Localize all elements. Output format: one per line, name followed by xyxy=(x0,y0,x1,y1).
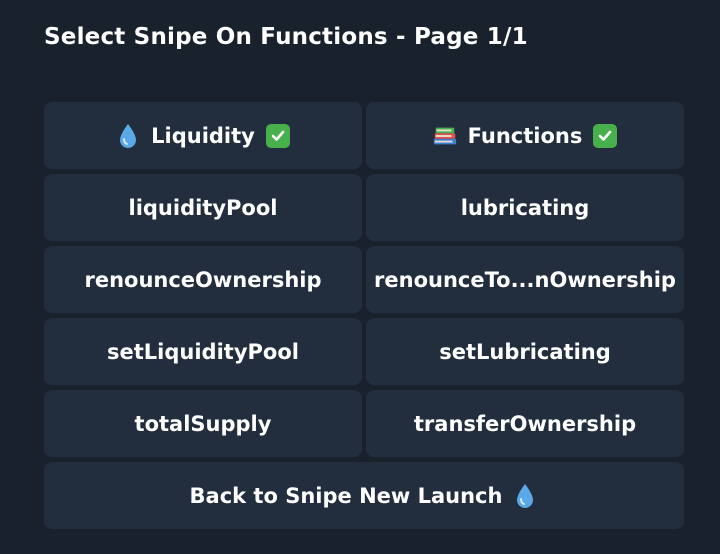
droplet-icon xyxy=(115,123,141,149)
renounce-ownership-button[interactable]: renounceOwnership xyxy=(44,246,362,313)
check-mark-icon xyxy=(592,123,618,149)
back-label: Back to Snipe New Launch xyxy=(189,483,503,508)
check-mark-icon xyxy=(265,123,291,149)
page-title: Select Snipe On Functions - Page 1/1 xyxy=(44,24,528,50)
total-supply-button[interactable]: totalSupply xyxy=(44,390,362,457)
liquidity-pool-button[interactable]: liquidityPool xyxy=(44,174,362,241)
transfer-ownership-button[interactable]: transferOwnership xyxy=(366,390,684,457)
set-lubricating-button[interactable]: setLubricating xyxy=(366,318,684,385)
books-icon xyxy=(432,123,458,149)
function-button-grid: Liquidity Functions liquidityPool lubric… xyxy=(44,102,684,529)
lubricating-button[interactable]: lubricating xyxy=(366,174,684,241)
snipe-functions-panel: Select Snipe On Functions - Page 1/1 Liq… xyxy=(0,0,720,554)
set-liquidity-pool-button[interactable]: setLiquidityPool xyxy=(44,318,362,385)
liquidity-label: Liquidity xyxy=(151,123,255,148)
back-to-snipe-button[interactable]: Back to Snipe New Launch xyxy=(44,462,684,529)
droplet-icon xyxy=(512,483,538,509)
renounce-to-ownership-button[interactable]: renounceTo...nOwnership xyxy=(366,246,684,313)
liquidity-toggle-button[interactable]: Liquidity xyxy=(44,102,362,169)
functions-label: Functions xyxy=(467,123,583,148)
functions-toggle-button[interactable]: Functions xyxy=(366,102,684,169)
